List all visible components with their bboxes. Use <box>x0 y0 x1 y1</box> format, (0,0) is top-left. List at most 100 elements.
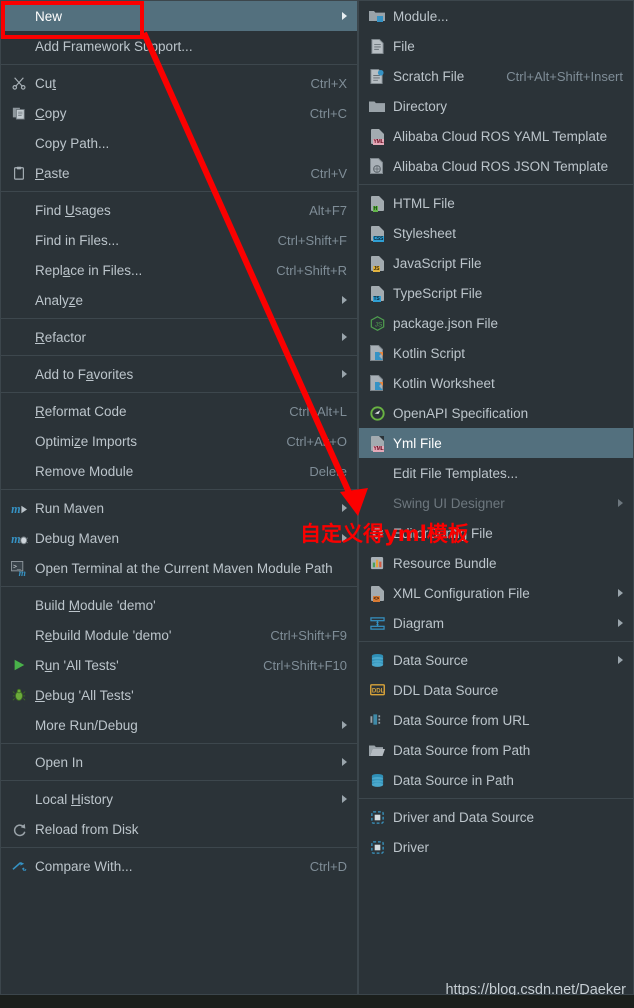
menu-item-label: Replace in Files... <box>35 262 143 278</box>
menu-item-label: Optimize Imports <box>35 433 138 449</box>
menu-separator <box>1 64 357 65</box>
submenu-item-driver[interactable]: Driver <box>359 832 633 862</box>
submenu-item-stylesheet[interactable]: CSS Stylesheet <box>359 218 633 248</box>
submenu-item-kotlin-worksheet[interactable]: Kotlin Worksheet <box>359 368 633 398</box>
kotlin-worksheet-icon <box>367 375 387 391</box>
menu-item-refactor[interactable]: Refactor <box>1 322 357 352</box>
submenu-item-file[interactable]: File <box>359 31 633 61</box>
no-icon <box>9 717 29 733</box>
menu-item-run-maven[interactable]: m Run Maven <box>1 493 357 523</box>
directory-folder-icon <box>367 98 387 114</box>
reload-icon <box>9 821 29 837</box>
new-submenu[interactable]: Module... File Scratch File Ctrl+Alt+Shift+… <box>358 0 634 995</box>
submenu-item-kotlin-script[interactable]: Kotlin Script <box>359 338 633 368</box>
editorconfig-gear-icon <box>367 525 387 541</box>
submenu-item-label: package.json File <box>393 315 499 331</box>
no-icon <box>9 597 29 613</box>
menu-item-add-framework-support[interactable]: Add Framework Support... <box>1 31 357 61</box>
menu-item-shortcut: Ctrl+Alt+L <box>289 403 347 419</box>
menu-item-label: Cut <box>35 75 57 91</box>
svg-text:m: m <box>11 532 20 546</box>
menu-item-open-terminal-at-the-current-maven-m[interactable]: >_ m Open Terminal at the Current Maven Mo… <box>1 553 357 583</box>
menu-item-label: Build Module 'demo' <box>35 597 156 613</box>
submenu-item-module[interactable]: Module... <box>359 1 633 31</box>
menu-item-compare-with[interactable]: Compare With... Ctrl+D <box>1 851 357 881</box>
menu-item-shortcut: Alt+F7 <box>309 202 347 218</box>
menu-item-build-module-demo[interactable]: Build Module 'demo' <box>1 590 357 620</box>
menu-item-local-history[interactable]: Local History <box>1 784 357 814</box>
submenu-item-label: Alibaba Cloud ROS YAML Template <box>393 128 608 144</box>
no-icon <box>9 262 29 278</box>
submenu-item-data-source-from-url[interactable]: Data Source from URL <box>359 705 633 735</box>
menu-item-open-in[interactable]: Open In <box>1 747 357 777</box>
submenu-item-data-source[interactable]: Data Source <box>359 645 633 675</box>
menu-item-replace-in-files[interactable]: Replace in Files... Ctrl+Shift+R <box>1 255 357 285</box>
project-context-menu[interactable]: New Add Framework Support... Cut Ctrl+X Copy… <box>0 0 358 995</box>
submenu-item-label: Data Source from URL <box>393 712 530 728</box>
submenu-item-label: Directory <box>393 98 448 114</box>
submenu-item-package-json-file[interactable]: JS package.json File <box>359 308 633 338</box>
submenu-item-data-source-from-path[interactable]: Data Source from Path <box>359 735 633 765</box>
menu-item-add-to-favorites[interactable]: Add to Favorites <box>1 359 357 389</box>
menu-item-shortcut: Ctrl+V <box>310 165 347 181</box>
menu-item-new[interactable]: New <box>1 1 357 31</box>
no-icon <box>9 202 29 218</box>
submenu-item-html-file[interactable]: H HTML File <box>359 188 633 218</box>
driver-icon <box>367 809 387 825</box>
submenu-item-editorconfig-file[interactable]: EditorConfig File <box>359 518 633 548</box>
submenu-arrow-icon <box>342 758 347 766</box>
submenu-item-directory[interactable]: Directory <box>359 91 633 121</box>
menu-item-copy[interactable]: Copy Ctrl+C <box>1 98 357 128</box>
menu-item-optimize-imports[interactable]: Optimize Imports Ctrl+Alt+O <box>1 426 357 456</box>
submenu-item-alibaba-cloud-ros-yaml-template[interactable]: YML Alibaba Cloud ROS YAML Template <box>359 121 633 151</box>
menu-item-label: More Run/Debug <box>35 717 138 733</box>
menu-item-remove-module[interactable]: Remove Module Delete <box>1 456 357 486</box>
submenu-item-alibaba-cloud-ros-json-template[interactable]: Alibaba Cloud ROS JSON Template <box>359 151 633 181</box>
submenu-item-data-source-in-path[interactable]: Data Source in Path <box>359 765 633 795</box>
svg-text:JS: JS <box>374 321 382 328</box>
submenu-item-label: Driver <box>393 839 429 855</box>
diagram-icon <box>367 615 387 631</box>
menu-item-copy-path[interactable]: Copy Path... <box>1 128 357 158</box>
submenu-item-driver-and-data-source[interactable]: Driver and Data Source <box>359 802 633 832</box>
submenu-item-javascript-file[interactable]: JS JavaScript File <box>359 248 633 278</box>
submenu-item-label: XML Configuration File <box>393 585 530 601</box>
submenu-item-diagram[interactable]: Diagram <box>359 608 633 638</box>
menu-separator <box>1 191 357 192</box>
menu-item-more-run-debug[interactable]: More Run/Debug <box>1 710 357 740</box>
menu-separator <box>1 489 357 490</box>
submenu-item-typescript-file[interactable]: TS TypeScript File <box>359 278 633 308</box>
menu-item-analyze[interactable]: Analyze <box>1 285 357 315</box>
submenu-item-scratch-file[interactable]: Scratch File Ctrl+Alt+Shift+Insert <box>359 61 633 91</box>
menu-item-run-all-tests[interactable]: Run 'All Tests' Ctrl+Shift+F10 <box>1 650 357 680</box>
menu-item-rebuild-module-demo[interactable]: Rebuild Module 'demo' Ctrl+Shift+F9 <box>1 620 357 650</box>
menu-separator <box>1 318 357 319</box>
menu-item-cut[interactable]: Cut Ctrl+X <box>1 68 357 98</box>
submenu-item-yml-file[interactable]: YML Yml File <box>359 428 633 458</box>
submenu-item-xml-configuration-file[interactable]: <> XML Configuration File <box>359 578 633 608</box>
svg-text:m: m <box>18 569 25 576</box>
menu-separator <box>359 798 633 799</box>
submenu-item-resource-bundle[interactable]: Resource Bundle <box>359 548 633 578</box>
menu-item-paste[interactable]: Paste Ctrl+V <box>1 158 357 188</box>
no-icon <box>367 495 387 511</box>
submenu-item-edit-file-templates[interactable]: Edit File Templates... <box>359 458 633 488</box>
menu-item-label: Run 'All Tests' <box>35 657 119 673</box>
compare-icon <box>9 858 29 874</box>
menu-item-debug-all-tests[interactable]: Debug 'All Tests' <box>1 680 357 710</box>
menu-separator <box>1 743 357 744</box>
yml-file-icon: YML <box>367 435 387 452</box>
menu-item-label: Local History <box>35 791 114 807</box>
menu-item-find-in-files[interactable]: Find in Files... Ctrl+Shift+F <box>1 225 357 255</box>
menu-item-shortcut: Delete <box>309 463 347 479</box>
submenu-item-ddl-data-source[interactable]: DDL DDL Data Source <box>359 675 633 705</box>
submenu-item-openapi-specification[interactable]: OpenAPI Specification <box>359 398 633 428</box>
menu-item-debug-maven[interactable]: m Debug Maven <box>1 523 357 553</box>
menu-item-shortcut: Ctrl+Shift+F10 <box>263 657 347 673</box>
menu-item-find-usages[interactable]: Find Usages Alt+F7 <box>1 195 357 225</box>
menu-item-reload-from-disk[interactable]: Reload from Disk <box>1 814 357 844</box>
menu-item-label: New <box>35 8 63 24</box>
driver-icon <box>367 839 387 855</box>
menu-item-reformat-code[interactable]: Reformat Code Ctrl+Alt+L <box>1 396 357 426</box>
no-icon <box>9 463 29 479</box>
